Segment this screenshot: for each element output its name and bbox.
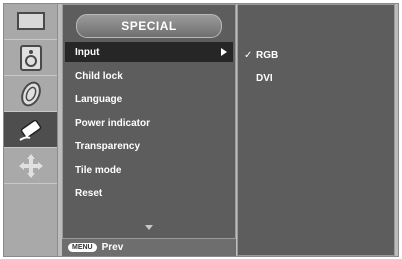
menu-item-label: Child lock xyxy=(75,70,123,82)
screen-icon xyxy=(18,153,43,178)
prev-label: Prev xyxy=(101,242,124,253)
menu-item-child-lock[interactable]: Child lock xyxy=(65,66,233,86)
submenu-item-dvi[interactable]: DVI xyxy=(244,70,273,86)
menu-item-label: Reset xyxy=(75,187,103,199)
menu-item-label: Tile mode xyxy=(75,164,122,176)
scroll-down-icon[interactable] xyxy=(145,225,153,230)
submenu-panel: ✓ RGB DVI xyxy=(237,4,395,256)
menu-item-label: Transparency xyxy=(75,140,141,152)
time-icon xyxy=(20,81,41,106)
menu-item-label: Input xyxy=(75,46,100,58)
sidebar-item-special[interactable] xyxy=(4,112,57,148)
menu-item-language[interactable]: Language xyxy=(65,89,233,109)
sidebar-item-picture[interactable] xyxy=(4,4,57,40)
menu-item-label: Power indicator xyxy=(75,117,151,129)
menu-item-label: Language xyxy=(75,93,123,105)
menu-key-badge[interactable]: MENU xyxy=(68,243,97,252)
sound-icon xyxy=(19,44,42,71)
menu-item-transparency[interactable]: Transparency xyxy=(65,136,233,156)
picture-icon xyxy=(16,11,45,30)
sidebar-item-time[interactable] xyxy=(4,76,57,112)
checkmark-icon: ✓ xyxy=(244,49,253,61)
menu-item-tile-mode[interactable]: Tile mode xyxy=(65,160,233,180)
submenu-item-label: DVI xyxy=(256,72,273,84)
menu-title: SPECIAL xyxy=(76,14,222,38)
menu-item-power-indicator[interactable]: Power indicator xyxy=(65,113,233,133)
footer-bar: MENU Prev xyxy=(62,238,236,256)
submenu-item-label: RGB xyxy=(256,49,279,61)
chevron-right-icon xyxy=(221,48,227,56)
submenu-item-rgb[interactable]: ✓ RGB xyxy=(244,47,278,63)
menu-item-reset[interactable]: Reset xyxy=(65,183,233,203)
menu-item-input[interactable]: Input xyxy=(65,42,233,62)
special-icon xyxy=(18,119,41,141)
category-sidebar xyxy=(4,4,58,256)
sidebar-item-screen[interactable] xyxy=(4,148,57,184)
sidebar-item-sound[interactable] xyxy=(4,40,57,76)
special-menu-panel: SPECIAL Input Child lock Language Power … xyxy=(62,4,236,256)
